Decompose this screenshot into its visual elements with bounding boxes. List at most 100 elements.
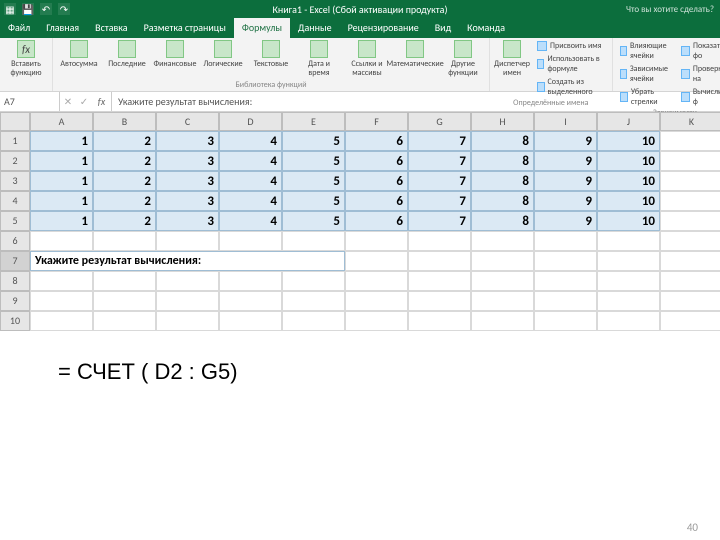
cell[interactable] — [660, 191, 720, 211]
cell[interactable] — [282, 271, 345, 291]
cell[interactable] — [597, 251, 660, 271]
tell-me[interactable]: Что вы хотите сделать? — [626, 4, 714, 15]
cell[interactable] — [282, 291, 345, 311]
cell[interactable]: 2 — [93, 171, 156, 191]
cell[interactable] — [660, 211, 720, 231]
cell[interactable] — [471, 311, 534, 331]
ribbon-btn[interactable]: Финансовые — [153, 40, 197, 69]
cell[interactable]: 7 — [408, 151, 471, 171]
cell[interactable] — [660, 291, 720, 311]
tab-команда[interactable]: Команда — [459, 17, 513, 38]
cell[interactable] — [408, 251, 471, 271]
row-header-1[interactable]: 1 — [0, 131, 30, 151]
cell[interactable]: 5 — [282, 191, 345, 211]
cell[interactable]: 6 — [345, 191, 408, 211]
cell[interactable] — [660, 311, 720, 331]
row-header-10[interactable]: 10 — [0, 311, 30, 331]
cell[interactable] — [156, 271, 219, 291]
cell[interactable]: 3 — [156, 171, 219, 191]
cell[interactable]: 3 — [156, 191, 219, 211]
cell[interactable] — [93, 271, 156, 291]
ribbon-btn[interactable]: Другие функции — [441, 40, 485, 78]
col-header-J[interactable]: J — [597, 112, 660, 131]
col-header-C[interactable]: C — [156, 112, 219, 131]
cell[interactable] — [219, 271, 282, 291]
cell[interactable]: 7 — [408, 131, 471, 151]
ribbon-btn[interactable]: Математические — [393, 40, 437, 69]
col-header-I[interactable]: I — [534, 112, 597, 131]
cell[interactable]: 8 — [471, 191, 534, 211]
cell[interactable] — [534, 251, 597, 271]
cell[interactable]: 1 — [30, 131, 93, 151]
col-header-A[interactable]: A — [30, 112, 93, 131]
cell[interactable]: 1 — [30, 151, 93, 171]
cell[interactable]: 5 — [282, 151, 345, 171]
cell[interactable]: 3 — [156, 211, 219, 231]
cell[interactable]: 2 — [93, 151, 156, 171]
cell[interactable]: 9 — [534, 151, 597, 171]
cell[interactable]: 4 — [219, 211, 282, 231]
ribbon-item[interactable]: Использовать в формуле — [534, 53, 608, 75]
ribbon-btn[interactable]: Логические — [201, 40, 245, 69]
cell[interactable] — [282, 231, 345, 251]
cell[interactable]: 9 — [534, 131, 597, 151]
prompt-cell[interactable]: Укажите результат вычисления: — [30, 251, 345, 271]
cell[interactable]: 5 — [282, 211, 345, 231]
cell[interactable]: 8 — [471, 211, 534, 231]
row-header-6[interactable]: 6 — [0, 231, 30, 251]
cell[interactable] — [471, 231, 534, 251]
cell[interactable]: 5 — [282, 171, 345, 191]
cell[interactable]: 1 — [30, 191, 93, 211]
cell[interactable] — [534, 271, 597, 291]
ribbon-item[interactable]: Присвоить имя — [534, 40, 608, 52]
redo-icon[interactable]: ↷ — [58, 3, 70, 15]
cell[interactable] — [30, 231, 93, 251]
cell[interactable]: 9 — [534, 171, 597, 191]
cell[interactable]: 8 — [471, 151, 534, 171]
cell[interactable]: 4 — [219, 151, 282, 171]
cell[interactable]: 8 — [471, 131, 534, 151]
cell[interactable] — [345, 311, 408, 331]
cell[interactable] — [408, 271, 471, 291]
tab-вставка[interactable]: Вставка — [87, 17, 135, 38]
row-header-4[interactable]: 4 — [0, 191, 30, 211]
cell[interactable] — [597, 231, 660, 251]
cell[interactable] — [93, 231, 156, 251]
cell[interactable] — [156, 231, 219, 251]
cell[interactable]: 7 — [408, 191, 471, 211]
ribbon-btn[interactable]: Дата и время — [297, 40, 341, 78]
cell[interactable]: 3 — [156, 131, 219, 151]
cell[interactable] — [597, 291, 660, 311]
cell[interactable] — [219, 311, 282, 331]
cell[interactable] — [345, 251, 408, 271]
cell[interactable] — [660, 251, 720, 271]
spreadsheet-grid[interactable]: ABCDEFGHIJK11234567891021234567891031234… — [0, 112, 720, 331]
cell[interactable]: 10 — [597, 171, 660, 191]
row-header-9[interactable]: 9 — [0, 291, 30, 311]
cell[interactable]: 3 — [156, 151, 219, 171]
formula-input[interactable]: Укажите результат вычисления: — [112, 95, 720, 108]
cell[interactable] — [345, 231, 408, 251]
cell[interactable]: 1 — [30, 171, 93, 191]
tab-разметка страницы[interactable]: Разметка страницы — [136, 17, 234, 38]
cell[interactable] — [660, 271, 720, 291]
ribbon-item[interactable]: Влияющие ячейки — [617, 40, 674, 62]
cell[interactable] — [93, 291, 156, 311]
cancel-icon[interactable]: ✕ — [60, 95, 76, 108]
cell[interactable]: 9 — [534, 211, 597, 231]
row-header-5[interactable]: 5 — [0, 211, 30, 231]
cell[interactable] — [408, 291, 471, 311]
cell[interactable]: 6 — [345, 171, 408, 191]
cell[interactable] — [660, 231, 720, 251]
cell[interactable] — [345, 291, 408, 311]
ribbon-btn[interactable]: Последние — [105, 40, 149, 69]
ribbon-item[interactable]: Показать фо — [678, 40, 720, 62]
cell[interactable] — [30, 271, 93, 291]
save-icon[interactable]: 💾 — [22, 3, 34, 15]
cell[interactable] — [471, 291, 534, 311]
cell[interactable] — [156, 311, 219, 331]
ribbon-item[interactable]: Проверка на — [678, 63, 720, 85]
cell[interactable] — [597, 311, 660, 331]
cell[interactable] — [219, 231, 282, 251]
row-header-8[interactable]: 8 — [0, 271, 30, 291]
